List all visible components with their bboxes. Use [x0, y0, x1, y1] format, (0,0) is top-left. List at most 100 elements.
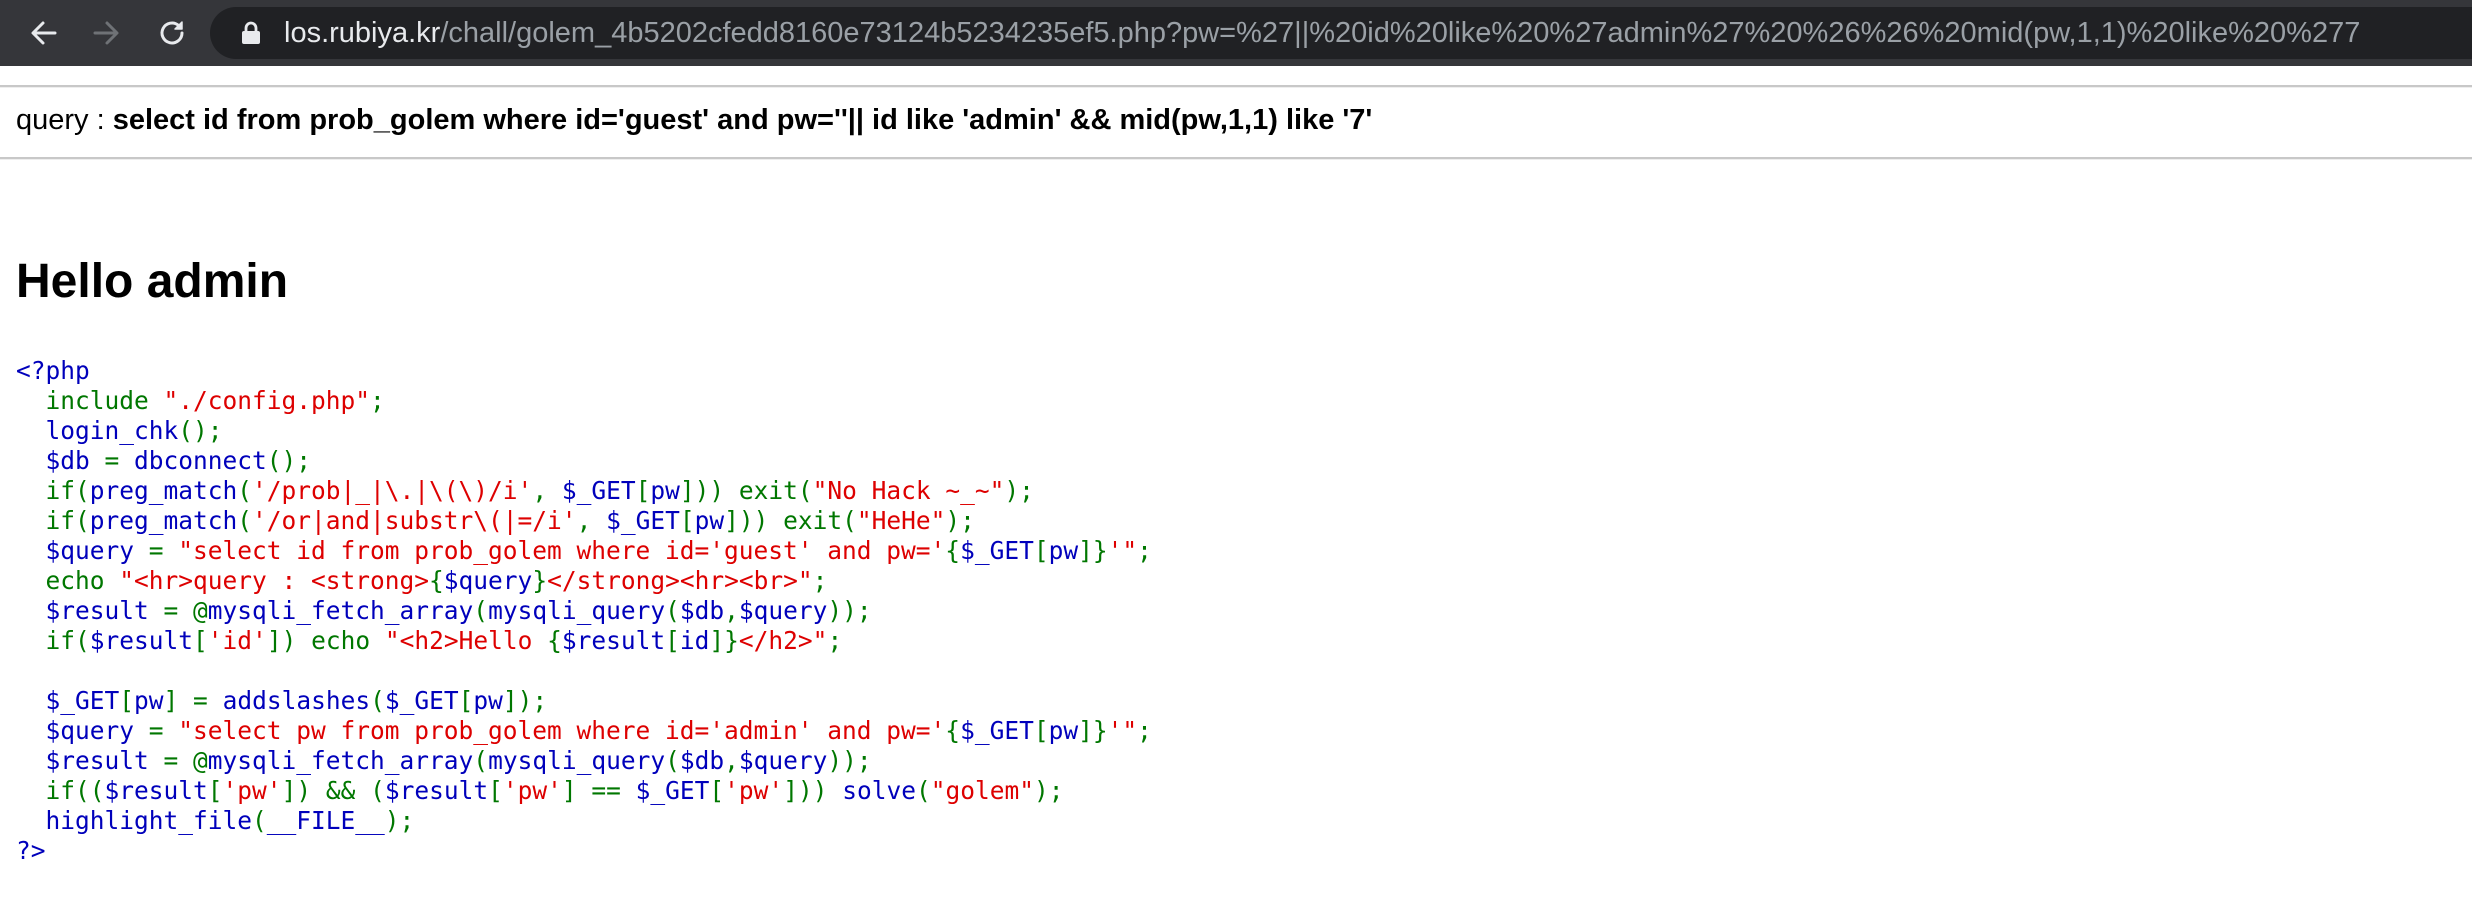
code-token: (: [252, 806, 267, 835]
code-token: ,: [532, 476, 562, 505]
code-token: $_GET: [960, 716, 1034, 745]
code-line: if($result['id']) echo "<h2>Hello {$resu…: [16, 626, 1152, 656]
code-token: ));: [827, 746, 872, 775]
url-host: los.rubiya.kr: [284, 17, 441, 49]
code-token: [: [193, 626, 208, 655]
code-token: (: [473, 746, 489, 775]
code-token: [: [635, 476, 651, 505]
code-token: mysqli_query: [488, 596, 666, 625]
address-bar[interactable]: los.rubiya.kr/chall/golem_4b5202cfedd816…: [210, 7, 2472, 59]
code-token: $_GET: [384, 686, 459, 715]
code-token: ,: [724, 746, 739, 775]
code-token: $db: [16, 446, 105, 475]
code-token: [: [207, 776, 223, 805]
code-token: $result: [89, 626, 194, 655]
code-token: $result: [16, 596, 164, 625]
code-token: $query: [738, 596, 828, 625]
code-line: include "./config.php";: [16, 386, 1152, 416]
code-line: echo "<hr>query : <strong>{$query}</stro…: [16, 566, 1152, 596]
code-token: "HeHe": [856, 506, 946, 535]
code-token: "<hr>query : <strong>: [119, 566, 430, 595]
code-token: [: [709, 776, 725, 805]
code-token: $_GET: [960, 536, 1034, 565]
forward-button[interactable]: [82, 10, 130, 56]
code-token: </h2>": [738, 626, 828, 655]
code-token: [: [458, 686, 474, 715]
code-token: = @: [163, 596, 208, 625]
code-token: ]}: [709, 626, 739, 655]
code-line: if(preg_match('/or|and|substr\(|=/i', $_…: [16, 506, 1152, 536]
code-token: dbconnect: [134, 446, 267, 475]
code-token: ]}: [1078, 536, 1108, 565]
code-token: ,: [724, 596, 739, 625]
code-token: 'pw': [222, 776, 282, 805]
code-token: ;: [370, 386, 385, 415]
code-token: preg_match: [89, 476, 238, 505]
code-token: (: [237, 506, 253, 535]
code-token: $result: [384, 776, 489, 805]
code-token: 'pw': [724, 776, 784, 805]
code-token: ,: [576, 506, 607, 535]
code-token: ]) echo: [266, 626, 385, 655]
code-token: ;: [1137, 716, 1152, 745]
code-token: {: [945, 536, 961, 565]
code-line: ?>: [16, 836, 1152, 866]
code-token: $query: [16, 716, 149, 745]
lock-icon: [242, 21, 260, 44]
hello-heading: Hello admin: [16, 255, 289, 308]
code-token: ])): [783, 776, 843, 805]
code-token: addslashes: [222, 686, 371, 715]
code-token: $result: [16, 746, 164, 775]
code-token: $result: [561, 626, 666, 655]
code-token: [: [1033, 716, 1049, 745]
browser-toolbar: los.rubiya.kr/chall/golem_4b5202cfedd816…: [0, 0, 2472, 66]
url-path: /chall/golem_4b5202cfedd8160e73124b52342…: [440, 17, 2361, 49]
code-token: 'pw': [502, 776, 562, 805]
code-token: id: [679, 626, 710, 655]
code-token: ])) exit(: [679, 476, 813, 505]
code-token: }: [532, 566, 548, 595]
query-text: select id from prob_golem where id='gues…: [112, 104, 1373, 136]
code-token: {: [429, 566, 444, 595]
code-token: mysqli_fetch_array: [207, 746, 474, 775]
horizontal-rule: [0, 157, 2472, 160]
back-button[interactable]: [20, 10, 68, 56]
reload-icon: [160, 21, 184, 45]
code-token: $db: [679, 746, 725, 775]
code-token: ]);: [502, 686, 548, 715]
code-token: $_GET: [635, 776, 710, 805]
code-token: pw: [694, 506, 725, 535]
code-token: [: [488, 776, 503, 805]
code-token: '": [1107, 536, 1138, 565]
code-token: = @: [163, 746, 208, 775]
code-token: [: [665, 626, 680, 655]
code-token: login_chk: [16, 416, 179, 445]
code-token: </strong><hr><br>": [547, 566, 813, 595]
code-line: $_GET[pw] = addslashes($_GET[pw]);: [16, 686, 1152, 716]
code-token: pw: [134, 686, 164, 715]
code-token: pw: [1048, 536, 1079, 565]
reload-button[interactable]: [148, 10, 196, 56]
code-line: if(($result['pw']) && ($result['pw'] == …: [16, 776, 1152, 806]
code-line: $query = "select pw from prob_golem wher…: [16, 716, 1152, 746]
code-line: $db = dbconnect();: [16, 446, 1152, 476]
url-text[interactable]: los.rubiya.kr/chall/golem_4b5202cfedd816…: [284, 7, 2360, 59]
code-token: $query: [443, 566, 533, 595]
code-token: ));: [827, 596, 872, 625]
code-token: ?>: [16, 836, 46, 865]
code-token: '/prob|_|\.|\(\)/i': [252, 476, 533, 505]
php-source-code: <?php include "./config.php"; login_chk (…: [16, 356, 1152, 866]
arrow-left-icon: [31, 21, 57, 45]
code-token: ])) exit(: [724, 506, 857, 535]
code-token: '": [1107, 716, 1138, 745]
code-token: ();: [266, 446, 312, 475]
code-line: <?php: [16, 356, 1152, 386]
code-token: if(: [16, 506, 90, 535]
code-line: $query = "select id from prob_golem wher…: [16, 536, 1152, 566]
code-line: $result = @mysqli_fetch_array(mysqli_que…: [16, 746, 1152, 776]
code-token: pw: [1048, 716, 1079, 745]
code-token: ]}: [1078, 716, 1108, 745]
code-token: $_GET: [16, 686, 120, 715]
code-token: );: [384, 806, 415, 835]
